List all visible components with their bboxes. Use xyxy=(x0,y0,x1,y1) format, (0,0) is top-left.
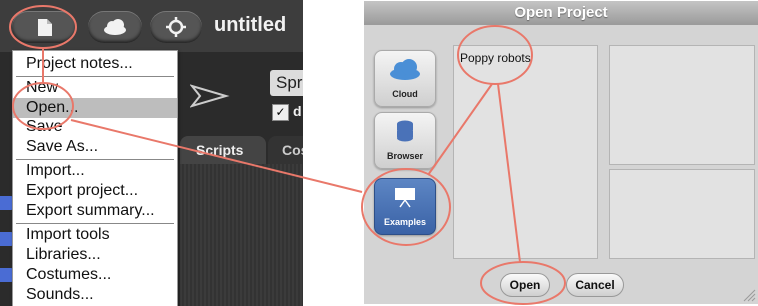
menu-divider xyxy=(16,223,174,224)
file-menu: Project notes... New Open... Save Save A… xyxy=(12,50,178,306)
file-menu-button[interactable] xyxy=(12,11,76,43)
sprite-arrow-icon xyxy=(190,84,230,108)
file-icon xyxy=(38,19,52,36)
database-icon xyxy=(397,120,413,142)
presentation-icon xyxy=(395,188,415,208)
tab-scripts[interactable]: Scripts xyxy=(180,136,266,164)
source-label: Cloud xyxy=(392,89,418,99)
source-examples-button[interactable]: Examples xyxy=(374,178,436,235)
cloud-button[interactable] xyxy=(88,11,142,43)
source-label: Examples xyxy=(383,217,427,227)
source-cloud-button[interactable]: Cloud xyxy=(374,50,436,107)
menu-divider xyxy=(16,76,174,77)
cloud-icon xyxy=(104,19,126,35)
project-title: untitled xyxy=(214,14,287,36)
menu-item-save[interactable]: Save xyxy=(13,117,177,137)
project-notes-pane xyxy=(609,45,755,165)
menu-item-export-summary[interactable]: Export summary... xyxy=(13,201,177,221)
menu-item-costumes[interactable]: Costumes... xyxy=(13,265,177,285)
menu-item-export-project[interactable]: Export project... xyxy=(13,181,177,201)
sprite-name-field[interactable]: Sprit xyxy=(270,70,303,96)
top-bar: untitled xyxy=(0,0,303,52)
menu-item-open[interactable]: Open... xyxy=(13,98,177,118)
dialog-title: Open Project xyxy=(364,1,758,25)
source-label: Browser xyxy=(386,151,423,161)
tab-costumes[interactable]: Cost xyxy=(268,136,303,164)
draggable-label: d xyxy=(293,103,302,119)
resize-handle-icon[interactable] xyxy=(742,288,756,302)
menu-item-import-tools[interactable]: Import tools xyxy=(13,225,177,245)
menu-item-project-notes[interactable]: Project notes... xyxy=(13,54,177,74)
cloud-icon xyxy=(390,59,420,80)
menu-item-save-as[interactable]: Save As... xyxy=(13,137,177,157)
project-thumbnail-pane xyxy=(609,169,755,259)
menu-item-new[interactable]: New xyxy=(13,78,177,98)
scripts-area[interactable] xyxy=(180,164,303,306)
menu-divider xyxy=(16,159,174,160)
open-button[interactable]: Open xyxy=(500,273,550,297)
cancel-button[interactable]: Cancel xyxy=(566,273,624,297)
gear-icon xyxy=(166,17,186,37)
draggable-checkbox[interactable]: ✓ xyxy=(272,104,289,121)
open-project-dialog: Open Project Cloud Browser Examples Popp… xyxy=(364,1,758,304)
settings-button[interactable] xyxy=(150,11,202,43)
menu-item-sounds[interactable]: Sounds... xyxy=(13,285,177,305)
menu-item-libraries[interactable]: Libraries... xyxy=(13,245,177,265)
source-browser-button[interactable]: Browser xyxy=(374,112,436,169)
project-list-item[interactable]: Poppy robots xyxy=(460,51,531,65)
snap-ide: untitled Sprit ✓ d Scripts Cost Project … xyxy=(0,0,303,306)
project-list[interactable]: Poppy robots xyxy=(453,45,598,259)
menu-item-import[interactable]: Import... xyxy=(13,161,177,181)
